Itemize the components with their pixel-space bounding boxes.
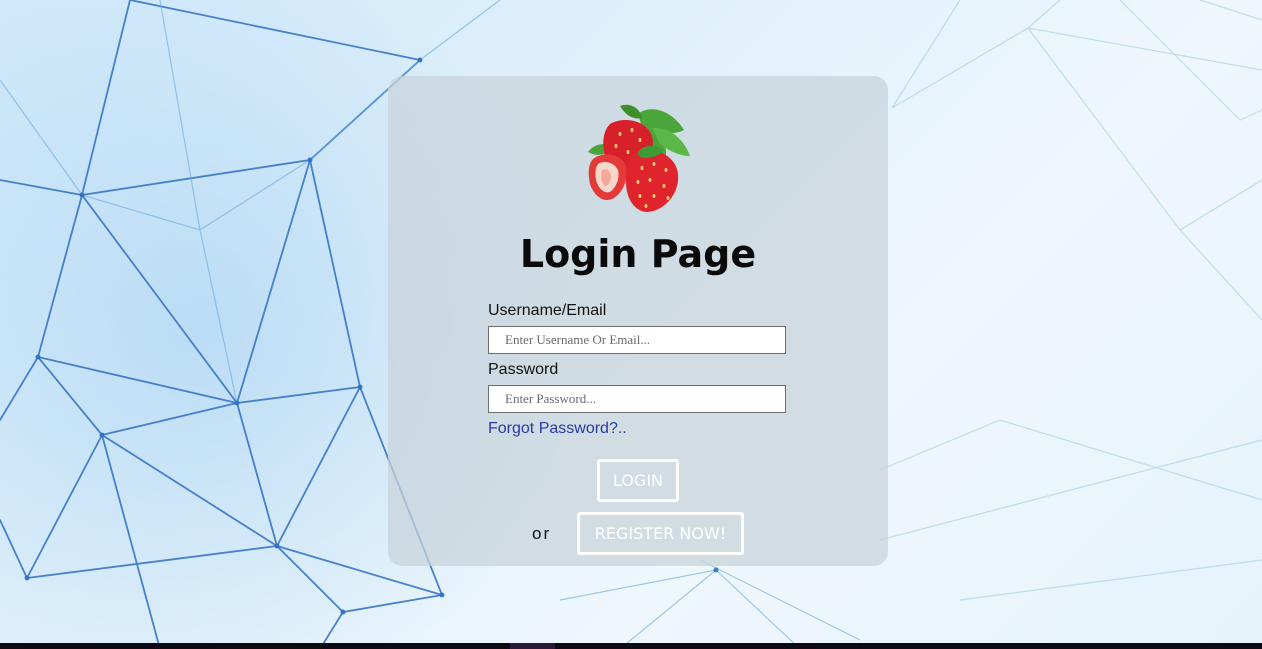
username-input[interactable] bbox=[488, 326, 786, 354]
or-separator: or bbox=[532, 524, 552, 543]
bottom-bar bbox=[0, 643, 1262, 649]
password-label: Password bbox=[488, 361, 559, 378]
password-input[interactable] bbox=[488, 385, 786, 413]
login-screen: Login Page Username/Email Password Forgo… bbox=[0, 0, 1262, 649]
login-card: Login Page Username/Email Password Forgo… bbox=[388, 76, 888, 566]
register-button[interactable]: REGISTER NOW! bbox=[577, 512, 744, 555]
login-button[interactable]: LOGIN bbox=[597, 459, 679, 502]
strawberry-icon bbox=[588, 104, 690, 212]
username-label: Username/Email bbox=[488, 302, 607, 319]
page-title: Login Page bbox=[519, 232, 757, 276]
forgot-password-link[interactable]: Forgot Password?.. bbox=[488, 420, 627, 438]
bottom-bar-accent bbox=[510, 643, 555, 649]
